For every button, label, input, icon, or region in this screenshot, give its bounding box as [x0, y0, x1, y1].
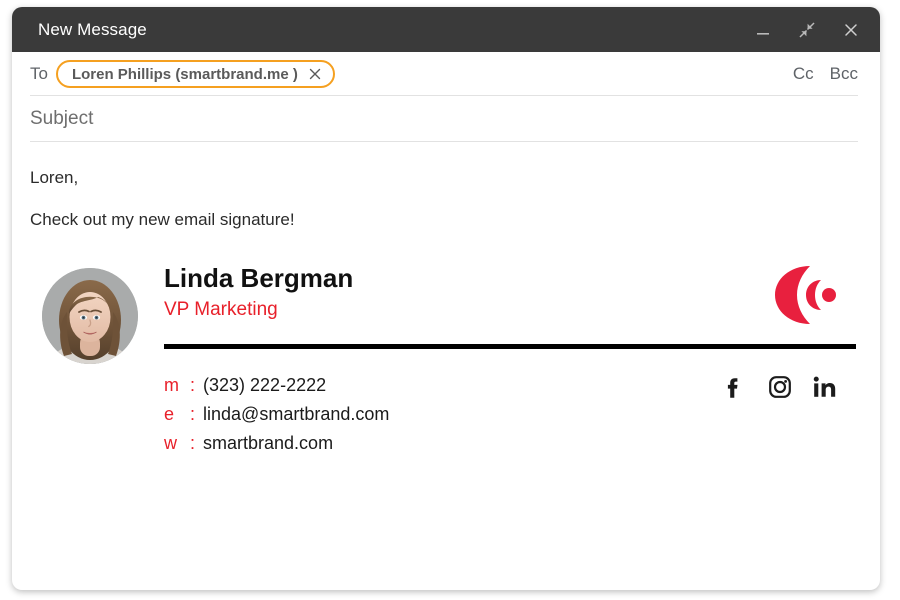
close-icon — [845, 23, 857, 36]
contact-row-website: w : smartbrand.com — [164, 429, 720, 458]
collapse-button[interactable] — [796, 19, 818, 41]
subject-field-row[interactable]: Subject — [12, 96, 880, 142]
smartbrand-logo-icon — [775, 266, 836, 324]
close-icon — [310, 68, 321, 80]
contact-separator: : — [190, 375, 196, 395]
contact-separator: : — [190, 433, 196, 454]
signature-identity: Linda Bergman VP Marketing — [164, 263, 768, 321]
instagram-link[interactable] — [766, 373, 794, 401]
cc-button[interactable]: Cc — [793, 64, 814, 84]
close-button[interactable] — [840, 19, 862, 41]
signature-job-title: VP Marketing — [164, 299, 278, 321]
linkedin-link[interactable] — [812, 373, 840, 401]
email-signature: Linda Bergman VP Marketing m: (323) 222… — [30, 263, 858, 458]
to-label: To — [30, 64, 48, 83]
signature-divider — [164, 344, 856, 349]
signature-name: Linda Bergman — [164, 263, 354, 293]
bcc-button[interactable]: Bcc — [830, 64, 858, 84]
subject-input[interactable]: Subject — [30, 108, 93, 130]
social-links — [720, 373, 840, 401]
facebook-icon — [727, 378, 738, 398]
contact-value-mobile: (323) 222-2222 — [203, 375, 327, 395]
cc-bcc-group: Cc Bcc — [793, 64, 858, 84]
signature-contact-block: m : (323) 222-2222 e : linda@smartbrand.… — [164, 371, 858, 458]
contact-list: m : (323) 222-2222 e : linda@smartbrand.… — [164, 371, 720, 458]
to-field-row[interactable]: To Loren Phillips (smartbrand.me ) Cc Bc… — [12, 52, 880, 96]
facebook-link[interactable] — [720, 373, 748, 401]
contact-value-email[interactable]: linda@smartbrand.com — [203, 400, 389, 429]
company-logo — [768, 264, 846, 326]
collapse-arrows-icon — [799, 21, 815, 38]
portrait-photo-icon — [42, 268, 138, 364]
window-controls — [752, 19, 862, 41]
contact-row-email: e : linda@smartbrand.com — [164, 400, 720, 429]
contact-key: w — [164, 433, 177, 454]
body-line-1: Check out my new email signature! — [30, 210, 295, 229]
contact-key: m — [164, 375, 179, 395]
avatar — [42, 268, 138, 364]
linkedin-icon — [813, 376, 836, 397]
contact-row-mobile: m : (323) 222-2222 — [164, 371, 720, 400]
remove-recipient-button[interactable] — [308, 67, 323, 82]
contact-key: e — [164, 404, 175, 425]
window-titlebar: New Message — [12, 7, 880, 52]
signature-details: Linda Bergman VP Marketing m: (323) 222… — [164, 263, 858, 458]
contact-separator: : — [190, 404, 196, 425]
instagram-icon — [769, 376, 791, 398]
contact-value-website[interactable]: smartbrand.com — [203, 429, 333, 458]
message-body[interactable]: Loren, Check out my new email signature! — [12, 142, 880, 590]
minimize-button[interactable] — [752, 19, 774, 41]
compose-window: New Message To Loren Phillips (smartbran… — [12, 7, 880, 590]
minimize-icon — [757, 32, 769, 35]
body-greeting: Loren, — [30, 168, 79, 187]
recipient-chip[interactable]: Loren Phillips (smartbrand.me ) — [55, 60, 335, 88]
signature-header: Linda Bergman VP Marketing — [164, 263, 858, 326]
recipient-name: Loren Phillips (smartbrand.me ) — [71, 65, 298, 83]
window-title: New Message — [38, 19, 147, 39]
